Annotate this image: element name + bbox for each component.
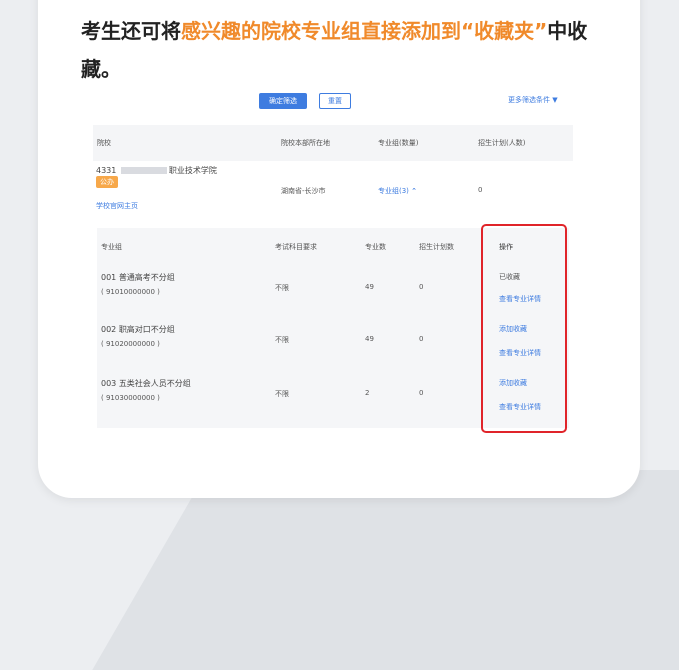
sub-header-plan: 招生计划数: [419, 243, 454, 251]
redacted-block: [120, 167, 167, 174]
school-homepage-link[interactable]: 学校官网主页: [96, 201, 138, 211]
school-plan: 0: [478, 186, 483, 194]
table-row-name: 003 五类社会人员不分组: [101, 379, 191, 388]
sub-header-group: 专业组: [101, 243, 122, 251]
table-row-plan: 0: [419, 389, 424, 397]
table-row-plan: 0: [419, 335, 424, 343]
more-filters-link[interactable]: 更多筛选条件 ▼: [508, 95, 558, 105]
school-name: 4331 职业技术学院: [96, 165, 217, 176]
school-code: 4331: [96, 166, 117, 175]
table-row-count: 49: [365, 335, 374, 343]
chevron-up-icon: ⌃: [411, 187, 418, 195]
confirm-filter-button[interactable]: 确定筛选: [259, 93, 307, 109]
header-groups: 专业组(数量): [378, 139, 419, 147]
table-row-req: 不限: [275, 284, 289, 292]
header-location: 院校本部所在地: [281, 139, 330, 147]
table-row-name: 001 普通高考不分组: [101, 273, 175, 282]
table-row-code: ( 91030000000 ): [101, 394, 160, 402]
headline-pre: 考生还可将: [81, 19, 181, 43]
table-row-count: 2: [365, 389, 370, 397]
headline: 考生还可将感兴趣的院校专业组直接添加到“收藏夹”中收藏。: [81, 12, 621, 88]
caret-down-icon: ▼: [552, 96, 558, 104]
groups-toggle[interactable]: 专业组(3) ⌃: [378, 186, 417, 196]
header-plan: 招生计划(人数): [478, 139, 526, 147]
public-badge: 公办: [96, 176, 118, 188]
header-school: 院校: [97, 139, 111, 147]
reset-button[interactable]: 重置: [319, 93, 351, 109]
table-row-code: ( 91010000000 ): [101, 288, 160, 296]
table-row-req: 不限: [275, 336, 289, 344]
table-row-plan: 0: [419, 283, 424, 291]
sub-header-count: 专业数: [365, 243, 386, 251]
background-shape: [92, 470, 679, 670]
content-card: 考生还可将感兴趣的院校专业组直接添加到“收藏夹”中收藏。 确定筛选 重置 更多筛…: [38, 0, 640, 498]
headline-highlight: 感兴趣的院校专业组直接添加到“收藏夹”: [181, 19, 548, 43]
table-header-row: 院校 院校本部所在地 专业组(数量) 招生计划(人数): [93, 125, 573, 161]
highlight-box: [481, 224, 567, 433]
table-row-code: ( 91020000000 ): [101, 340, 160, 348]
groups-link-label: 专业组(3): [378, 187, 409, 195]
table-row-count: 49: [365, 283, 374, 291]
table-row-name: 002 职高对口不分组: [101, 325, 175, 334]
sub-header-req: 考试科目要求: [275, 243, 317, 251]
table-row-req: 不限: [275, 390, 289, 398]
embedded-screenshot: 确定筛选 重置 更多筛选条件 ▼ 院校 院校本部所在地 专业组(数量) 招生计划…: [93, 88, 588, 468]
more-filters-label: 更多筛选条件: [508, 96, 550, 104]
school-location: 湖南省-长沙市: [281, 187, 326, 195]
school-name-suffix: 职业技术学院: [168, 166, 217, 175]
